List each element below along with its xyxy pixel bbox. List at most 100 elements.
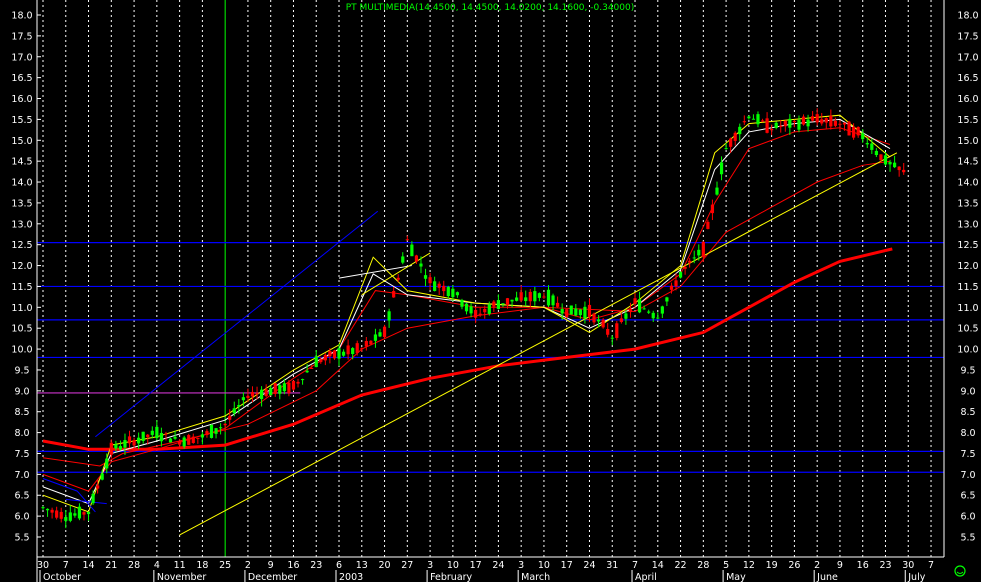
y-tick-label-left: 14.5 xyxy=(11,157,32,168)
candle-body xyxy=(164,433,168,435)
candle-body xyxy=(168,438,173,443)
candle-body xyxy=(624,313,628,319)
y-tick-label-left: 14.0 xyxy=(11,178,32,189)
candle-body xyxy=(173,436,177,439)
y-tick-label-left: 9.0 xyxy=(14,386,29,397)
candle-body xyxy=(146,434,150,438)
candle-body xyxy=(86,511,91,515)
y-tick-label-right: 9.0 xyxy=(960,386,975,397)
x-tick-label: 24 xyxy=(492,560,504,571)
candle-body xyxy=(205,431,209,436)
x-tick-label: 3 xyxy=(518,560,524,571)
candle-body xyxy=(774,122,778,128)
candle-body xyxy=(269,387,273,396)
candle-body xyxy=(478,313,482,315)
candle-body xyxy=(451,288,455,298)
x-tick-label: 7 xyxy=(63,560,69,571)
candle-body xyxy=(760,120,765,122)
x-tick-label: 24 xyxy=(583,560,595,571)
x-tick-label: 10 xyxy=(447,560,459,571)
candle-body xyxy=(155,426,159,439)
candle-body xyxy=(405,239,409,241)
x-month-label: 2003 xyxy=(339,572,363,582)
x-tick-label: 11 xyxy=(174,560,186,571)
x-tick-label: 27 xyxy=(401,560,413,571)
x-tick-label: 23 xyxy=(310,560,322,571)
x-tick-label: 30 xyxy=(37,560,49,571)
candle-body xyxy=(55,510,59,518)
y-tick-label-right: 18.0 xyxy=(957,11,978,22)
candle-body xyxy=(578,309,582,316)
candle-body xyxy=(141,431,145,442)
candle-body xyxy=(765,118,769,133)
candle-body xyxy=(610,337,614,339)
candle-body xyxy=(337,348,341,359)
candle-body xyxy=(565,309,569,317)
candle-body xyxy=(77,506,82,519)
candle-body xyxy=(310,368,314,370)
y-tick-label-right: 7.5 xyxy=(960,449,975,460)
candle-body xyxy=(150,430,154,435)
candle-body xyxy=(537,293,541,298)
candle-body xyxy=(469,306,473,314)
y-tick-label-right: 8.0 xyxy=(960,428,975,439)
candle-body xyxy=(724,148,728,150)
y-tick-label-right: 17.0 xyxy=(957,52,978,63)
x-month-label: February xyxy=(430,572,472,582)
candle-body xyxy=(455,292,460,296)
y-tick-label-right: 16.5 xyxy=(957,73,978,84)
candle-body xyxy=(255,393,259,395)
candle-body xyxy=(496,300,500,309)
candle-body xyxy=(587,304,592,318)
x-tick-label: 17 xyxy=(561,560,573,571)
candle-body xyxy=(351,348,355,355)
y-tick-label-left: 11.0 xyxy=(11,303,32,314)
x-tick-label: 30 xyxy=(902,560,914,571)
candle-body xyxy=(801,116,806,125)
candle-body xyxy=(492,301,496,307)
y-tick-label-right: 9.5 xyxy=(960,365,975,376)
candle-body xyxy=(637,299,642,313)
candle-body xyxy=(569,305,573,315)
candle-body xyxy=(574,308,578,316)
candle-body xyxy=(546,289,551,306)
candle-body xyxy=(592,313,596,323)
candle-body xyxy=(346,345,350,355)
candle-body xyxy=(41,507,45,509)
y-tick-label-right: 13.0 xyxy=(957,219,978,230)
candle-body xyxy=(64,517,68,521)
candle-body xyxy=(697,249,701,256)
y-tick-label-right: 12.5 xyxy=(957,240,978,251)
x-month-label: July xyxy=(907,572,925,582)
candle-body xyxy=(219,427,223,429)
x-tick-label: 9 xyxy=(837,560,843,571)
chart-background xyxy=(0,0,981,582)
x-month-label: March xyxy=(521,572,550,582)
x-tick-label: 22 xyxy=(675,560,687,571)
x-tick-label: 3 xyxy=(427,560,433,571)
x-tick-label: 20 xyxy=(379,560,391,571)
chart-title: PT MULTIMEDIA(14.4500, 14.4500, 14.0200,… xyxy=(346,3,635,13)
y-tick-label-right: 11.5 xyxy=(957,282,978,293)
candle-body xyxy=(91,493,95,504)
y-tick-label-left: 12.5 xyxy=(11,240,32,251)
candle-body xyxy=(751,118,756,120)
candle-body xyxy=(123,440,127,448)
candle-body xyxy=(109,442,113,455)
candle-body xyxy=(137,437,141,444)
candle-body xyxy=(355,343,359,354)
candle-body xyxy=(423,275,428,279)
candle-body xyxy=(323,354,327,361)
y-tick-label-right: 6.5 xyxy=(960,491,975,502)
y-tick-label-left: 13.0 xyxy=(11,219,32,230)
candle-body xyxy=(719,162,724,175)
x-month-label: May xyxy=(726,572,746,582)
candle-body xyxy=(542,296,546,298)
x-tick-label: 21 xyxy=(105,560,117,571)
candle-body xyxy=(460,299,464,307)
candle-body xyxy=(373,334,378,341)
x-tick-label: 16 xyxy=(857,560,869,571)
x-month-label: December xyxy=(248,572,297,582)
candle-body xyxy=(191,436,195,443)
candle-body xyxy=(870,143,874,150)
